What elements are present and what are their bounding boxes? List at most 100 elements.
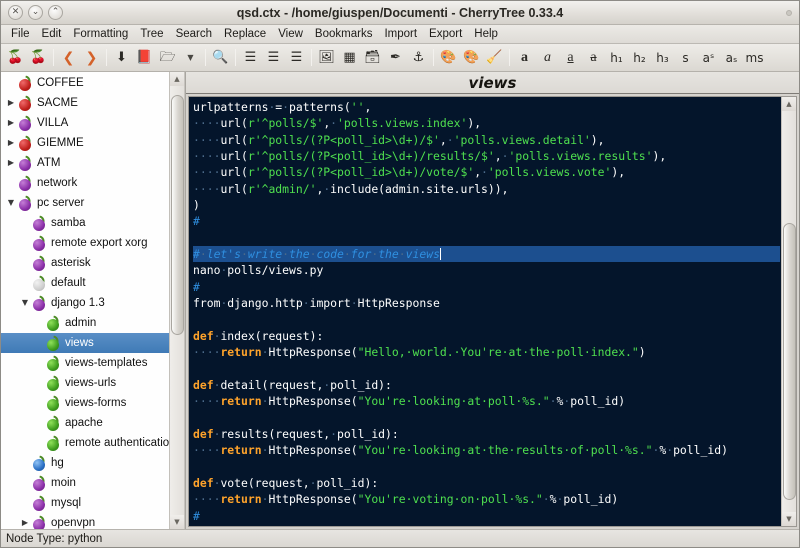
tree-scroll-thumb[interactable] [170, 94, 184, 335]
toolbar-glyph: 🍒 [7, 50, 24, 65]
heading-3-icon[interactable]: h₃ [651, 46, 674, 70]
close-icon[interactable]: ✕ [8, 5, 23, 20]
tree-node-admin[interactable]: admin [1, 313, 184, 333]
menu-item-help[interactable]: Help [468, 27, 504, 41]
code-token: · [282, 247, 290, 262]
expander-placeholder [32, 339, 46, 347]
tree-node-coffee[interactable]: COFFEE [1, 73, 184, 93]
tree-node-views-forms[interactable]: views-forms [1, 393, 184, 413]
tree-node-network[interactable]: network [1, 173, 184, 193]
search-icon[interactable]: 🔍 [209, 46, 232, 70]
menu-item-import[interactable]: Import [378, 27, 423, 41]
insert-codebox-icon[interactable]: 🗃 [361, 46, 384, 70]
menu-item-edit[interactable]: Edit [36, 27, 68, 41]
small-text-icon[interactable]: s [674, 46, 697, 70]
editor-scroll-down-icon[interactable]: ▼ [781, 512, 796, 526]
tree-scroll-track[interactable] [170, 86, 185, 515]
superscript-icon[interactable]: aˢ [697, 46, 720, 70]
tree-scroll-down-icon[interactable]: ▼ [169, 515, 184, 529]
tree-scrollbar[interactable]: ▲ ▼ [169, 72, 184, 529]
text-editor[interactable]: urlpatterns·=·patterns('', ····url(r'^pol… [188, 96, 797, 527]
menu-item-formatting[interactable]: Formatting [67, 27, 134, 41]
go-back-icon[interactable]: ❮ [57, 46, 80, 70]
numbered-list-icon[interactable]: ☰ [262, 46, 285, 70]
tree-node-views[interactable]: views [1, 333, 184, 353]
tree-node-label: network [37, 177, 78, 189]
heading-2-icon[interactable]: h₂ [628, 46, 651, 70]
expander-collapsed-icon[interactable]: ▶ [4, 119, 18, 127]
tree-node-django-1-3[interactable]: ▼ django 1.3 [1, 293, 184, 313]
strikethrough-icon[interactable]: a [582, 46, 605, 70]
menu-item-export[interactable]: Export [423, 27, 468, 41]
menu-item-tree[interactable]: Tree [134, 27, 169, 41]
bold-icon[interactable]: a [513, 46, 536, 70]
tree-node-giemme[interactable]: ▶ GIEMME [1, 133, 184, 153]
tree-node-atm[interactable]: ▶ ATM [1, 153, 184, 173]
expander-collapsed-icon[interactable]: ▶ [4, 139, 18, 147]
tree-node-sacme[interactable]: ▶ SACME [1, 93, 184, 113]
tree-scroll-up-icon[interactable]: ▲ [169, 72, 184, 86]
export-pdf-icon[interactable]: 📕 [133, 46, 156, 70]
tree-node-mysql[interactable]: mysql [1, 493, 184, 513]
insert-anchor-icon[interactable]: ⚓ [407, 46, 430, 70]
expander-collapsed-icon[interactable]: ▶ [4, 159, 18, 167]
remove-formatting-icon[interactable]: 🧹 [483, 46, 506, 70]
code-line: # [193, 213, 780, 229]
tree-node-views-templates[interactable]: views-templates [1, 353, 184, 373]
minimize-icon[interactable]: ⌄ [28, 5, 43, 20]
toolbar-dropdown-icon[interactable]: ▼ [179, 46, 202, 70]
tree-node-apache[interactable]: apache [1, 413, 184, 433]
tree-node-remote-authentication[interactable]: remote authentication [1, 433, 184, 453]
toolbar-glyph: aˢ [702, 50, 715, 65]
insert-image-icon[interactable]: 🖼 [315, 46, 338, 70]
new-subnode-icon[interactable]: 🍒 [27, 46, 50, 70]
todo-list-icon[interactable]: ☰ [285, 46, 308, 70]
editor-scroll-up-icon[interactable]: ▲ [781, 97, 796, 111]
editor-scrollbar[interactable]: ▲ ▼ [781, 97, 796, 526]
underline-icon[interactable]: a [559, 46, 582, 70]
tree-node-pc-server[interactable]: ▼ pc server [1, 193, 184, 213]
expander-collapsed-icon[interactable]: ▶ [18, 519, 32, 527]
tree-node-samba[interactable]: samba [1, 213, 184, 233]
tree-node-default[interactable]: default [1, 273, 184, 293]
bulleted-list-icon[interactable]: ☰ [239, 46, 262, 70]
tree-node-moin[interactable]: moin [1, 473, 184, 493]
subscript-icon[interactable]: aₛ [720, 46, 743, 70]
save-icon[interactable]: ⬇ [110, 46, 133, 70]
code-token: 'polls.views.vote' [487, 165, 612, 180]
menu-item-view[interactable]: View [272, 27, 309, 41]
maximize-icon[interactable]: ⌃ [48, 5, 63, 20]
tree-node-label: django 1.3 [51, 297, 105, 309]
tree-view[interactable]: COFFEE ▶ SACME ▶ VILLA ▶ GIEMME ▶ ATM network ▼ pc… [1, 72, 185, 529]
italic-icon[interactable]: a [536, 46, 559, 70]
expander-expanded-icon[interactable]: ▼ [18, 299, 32, 307]
tree-node-hg[interactable]: hg [1, 453, 184, 473]
menu-item-replace[interactable]: Replace [218, 27, 272, 41]
go-forward-icon[interactable]: ❯ [80, 46, 103, 70]
heading-1-icon[interactable]: h₁ [605, 46, 628, 70]
tree-node-openvpn[interactable]: ▶ openvpn [1, 513, 184, 529]
monospace-icon[interactable]: ms [743, 46, 766, 70]
text-color-background-icon[interactable]: 🎨 [460, 46, 483, 70]
new-node-icon[interactable]: 🍒 [4, 46, 27, 70]
expander-expanded-icon[interactable]: ▼ [4, 199, 18, 207]
code-token: return [220, 443, 262, 458]
horizontal-rule-icon[interactable]: ✒ [384, 46, 407, 70]
tree-node-villa[interactable]: ▶ VILLA [1, 113, 184, 133]
code-content[interactable]: urlpatterns·=·patterns('', ····url(r'^pol… [189, 97, 780, 526]
text-color-foreground-icon[interactable]: 🎨 [437, 46, 460, 70]
menu-item-bookmarks[interactable]: Bookmarks [309, 27, 379, 41]
tree-node-views-urls[interactable]: views-urls [1, 373, 184, 393]
editor-scroll-track[interactable] [782, 111, 797, 512]
tree-node-remote-export-xorg[interactable]: remote export xorg [1, 233, 184, 253]
toolbar-glyph: 🖼 [318, 50, 335, 65]
insert-table-icon[interactable]: ▦ [338, 46, 361, 70]
open-file-icon[interactable]: 🗁 [156, 46, 179, 70]
menu-item-file[interactable]: File [5, 27, 36, 41]
editor-scroll-thumb[interactable] [782, 223, 796, 500]
code-token: · [446, 132, 454, 147]
menu-item-search[interactable]: Search [170, 27, 218, 41]
tree-node-asterisk[interactable]: asterisk [1, 253, 184, 273]
expander-collapsed-icon[interactable]: ▶ [4, 99, 18, 107]
